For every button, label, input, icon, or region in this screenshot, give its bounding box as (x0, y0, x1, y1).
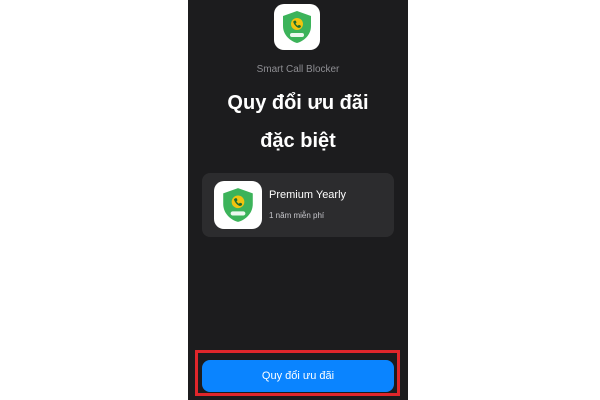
left-margin (0, 0, 190, 400)
redeem-offer-button[interactable]: Quy đổi ưu đãi (202, 360, 394, 392)
offer-title: Premium Yearly (269, 189, 347, 201)
screen: Smart Call Blocker Quy đổi ưu đãi đặc bi… (0, 0, 600, 400)
offer-subtitle: 1 năm miễn phí (269, 211, 325, 220)
redeem-offer-sheet: Smart Call Blocker Quy đổi ưu đãi đặc bi… (188, 0, 408, 400)
shield-phone-icon (283, 11, 311, 43)
app-icon (274, 4, 320, 50)
shield-phone-icon (223, 188, 253, 222)
offer-card: Premium Yearly 1 năm miễn phí (202, 173, 394, 237)
offer-app-icon (214, 181, 262, 229)
page-title-line-1: Quy đổi ưu đãi (227, 92, 369, 114)
page-title-line-2: đặc biệt (260, 130, 336, 152)
right-margin (407, 0, 600, 400)
app-name: Smart Call Blocker (256, 64, 340, 75)
